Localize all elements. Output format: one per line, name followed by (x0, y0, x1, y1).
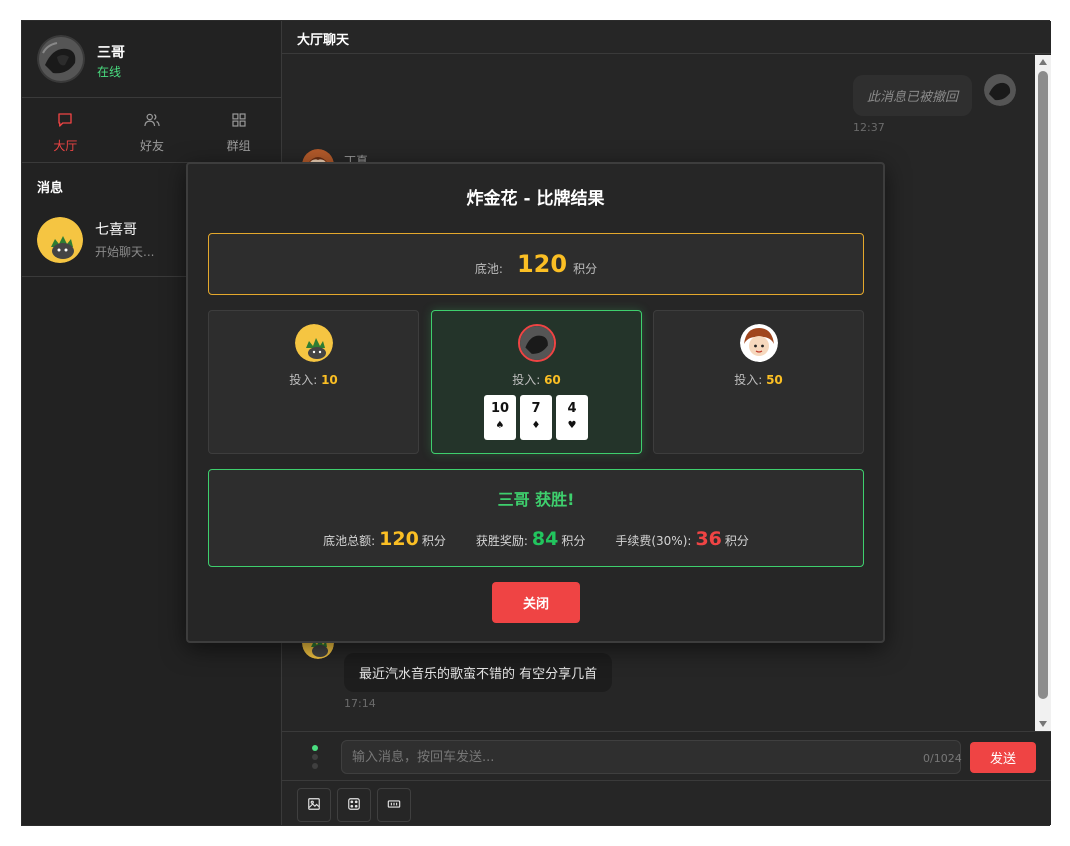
sender-avatar[interactable] (984, 74, 1016, 106)
pot-label: 底池: (474, 261, 503, 276)
playing-card: 10 ♠ (484, 395, 516, 440)
tab-groups[interactable]: 群组 (195, 99, 282, 162)
player-card-winner: 投入: 60 10 ♠ 7 ♦ 4 ♥ (431, 310, 642, 454)
image-icon (307, 796, 321, 815)
message-bubble: 最近汽水音乐的歌蛮不错的 有空分享几首 (344, 653, 613, 692)
scroll-up-arrow-icon[interactable] (1039, 59, 1047, 65)
conversation-preview: 开始聊天... (95, 245, 155, 259)
users-icon (143, 111, 161, 133)
player-bet: 投入: 60 (512, 373, 561, 387)
player-avatar (518, 324, 556, 362)
tab-label: 群组 (226, 139, 251, 153)
chat-header: 大厅聊天 (282, 21, 1051, 54)
user-status: 在线 (97, 65, 122, 79)
tab-lobby[interactable]: 大厅 (22, 99, 109, 162)
ticket-button[interactable] (377, 788, 411, 822)
player-avatar (740, 324, 778, 362)
section-title: 消息 (37, 181, 64, 196)
image-button[interactable] (297, 788, 331, 822)
stat-total: 底池总额: 120 积分 (323, 528, 446, 550)
dice-icon (347, 796, 361, 815)
char-counter: 0/1024 (923, 752, 962, 765)
hand-cards: 10 ♠ 7 ♦ 4 ♥ (484, 395, 588, 440)
chat-bubble-icon (56, 111, 74, 133)
player-card: 投入: 50 (653, 310, 864, 454)
chat-title: 大厅聊天 (297, 33, 350, 48)
player-card: 投入: 10 (208, 310, 419, 454)
conversation-avatar (37, 217, 83, 263)
game-button[interactable] (337, 788, 371, 822)
result-summary: 三哥 获胜! 底池总额: 120 积分 获胜奖励: 84 积分 手续费(30%): 36 积… (208, 469, 864, 567)
recalled-message: 此消息已被撤回 (853, 75, 973, 116)
stat-fee: 手续费(30%): 36 积分 (615, 528, 749, 550)
player-bet: 投入: 50 (734, 373, 783, 387)
toolbar (282, 781, 1051, 827)
tab-friends[interactable]: 好友 (109, 99, 196, 162)
conversation-name: 七喜哥 (95, 222, 137, 238)
user-avatar[interactable] (37, 35, 85, 83)
heart-icon: ♥ (567, 420, 577, 431)
playing-card: 7 ♦ (520, 395, 552, 440)
nav-tabs: 大厅 好友 群组 (22, 99, 282, 163)
winner-title: 三哥 获胜! (497, 490, 575, 509)
game-result-modal: 炸金花 - 比牌结果 底池: 120 积分 投入: 10 投入: 60 10 ♠… (186, 162, 885, 643)
result-stats: 底池总额: 120 积分 获胜奖励: 84 积分 手续费(30%): 36 积分 (209, 528, 863, 550)
tab-label: 好友 (140, 139, 165, 153)
stat-reward: 获胜奖励: 84 积分 (475, 528, 586, 550)
ticket-icon (387, 796, 401, 815)
message-input[interactable] (341, 740, 961, 774)
message-scrollbar[interactable] (1035, 55, 1051, 731)
more-options-icon[interactable] (312, 745, 318, 771)
playing-card: 4 ♥ (556, 395, 588, 440)
diamond-icon: ♦ (531, 420, 541, 431)
message-time: 17:14 (344, 697, 376, 710)
close-button[interactable]: 关闭 (492, 582, 580, 623)
user-name: 三哥 (97, 45, 125, 61)
pot-unit: 积分 (573, 261, 598, 276)
scroll-down-arrow-icon[interactable] (1039, 721, 1047, 727)
send-button[interactable]: 发送 (970, 742, 1036, 773)
grid-icon (230, 111, 248, 133)
pot-value: 120 (516, 250, 568, 278)
current-user: 三哥 在线 (22, 21, 282, 98)
tab-label: 大厅 (53, 139, 78, 153)
modal-title: 炸金花 - 比牌结果 (466, 189, 605, 209)
player-avatar (295, 324, 333, 362)
input-bar: 0/1024 发送 (282, 731, 1051, 781)
spade-icon: ♠ (495, 420, 505, 431)
message-time: 12:37 (853, 121, 885, 134)
pot-summary: 底池: 120 积分 (208, 233, 864, 295)
player-bet: 投入: 10 (289, 373, 338, 387)
scroll-thumb[interactable] (1038, 71, 1048, 699)
